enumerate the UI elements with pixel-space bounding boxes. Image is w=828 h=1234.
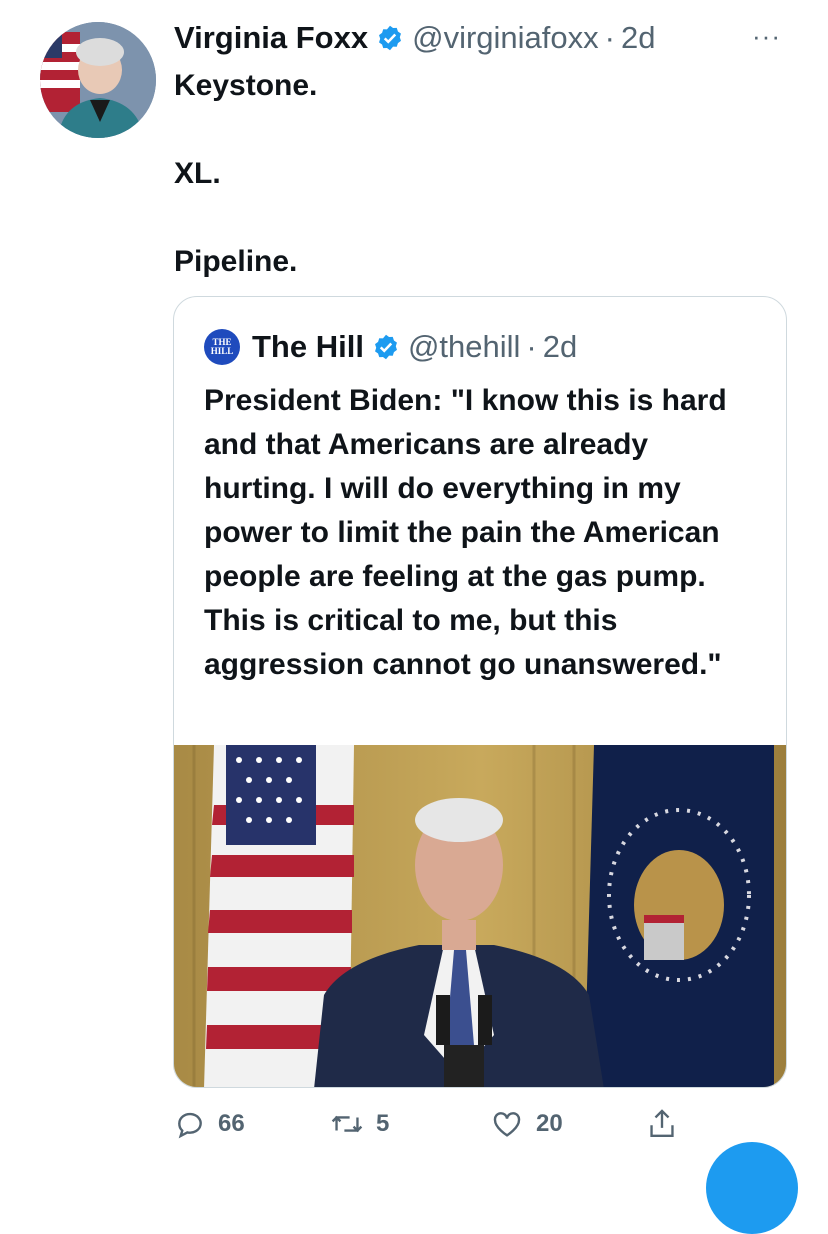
avatar-photo [40, 22, 156, 138]
reply-icon [178, 1112, 202, 1139]
heart-icon [493, 1112, 521, 1137]
verified-badge-icon [372, 333, 400, 361]
quoted-author-handle[interactable]: @thehill [408, 329, 520, 365]
author-name[interactable]: Virginia Foxx [174, 20, 368, 56]
tweet-line: Pipeline. [174, 245, 298, 278]
author-handle[interactable]: @virginiafoxx [412, 20, 599, 56]
press-conference-photo [174, 745, 786, 1087]
header-separator: · [526, 329, 537, 364]
reply-count: 66 [218, 1110, 245, 1137]
retweet-count: 5 [376, 1110, 390, 1137]
more-options-icon[interactable]: ··· [752, 23, 788, 49]
tweet-timestamp[interactable]: 2d [621, 20, 655, 56]
author-avatar[interactable] [40, 22, 156, 138]
header-separator: · [604, 20, 615, 55]
quoted-tweet-image[interactable] [174, 745, 786, 1087]
the-hill-logo-avatar[interactable]: THE HILL [204, 329, 240, 365]
like-button[interactable]: 20 [490, 1104, 563, 1144]
tweet-actions: 66 5 20 [174, 1104, 694, 1144]
tweet-line: XL. [174, 157, 221, 190]
tweet-header: Virginia Foxx @virginiafoxx · 2d [174, 18, 655, 58]
logo-text-line: HILL [210, 346, 234, 356]
quoted-author-name[interactable]: The Hill [252, 329, 364, 365]
quoted-tweet[interactable]: THE HILL The Hill @thehill · 2d Presiden… [173, 296, 787, 1088]
share-icon [650, 1109, 674, 1137]
like-count: 20 [536, 1110, 563, 1137]
compose-tweet-button[interactable] [706, 1142, 798, 1234]
tweet-line: Keystone. [174, 69, 318, 102]
quoted-tweet-header: THE HILL The Hill @thehill · 2d [204, 327, 577, 367]
verified-badge-icon [376, 24, 404, 52]
tweet-text: Keystone. XL. Pipeline. [174, 64, 774, 284]
quoted-tweet-text: President Biden: "I know this is hard an… [204, 384, 727, 681]
retweet-icon [331, 1115, 363, 1133]
reply-button[interactable]: 66 [174, 1104, 245, 1144]
retweet-button[interactable]: 5 [330, 1104, 389, 1144]
share-button[interactable] [646, 1104, 690, 1144]
quoted-tweet-timestamp[interactable]: 2d [543, 329, 577, 365]
